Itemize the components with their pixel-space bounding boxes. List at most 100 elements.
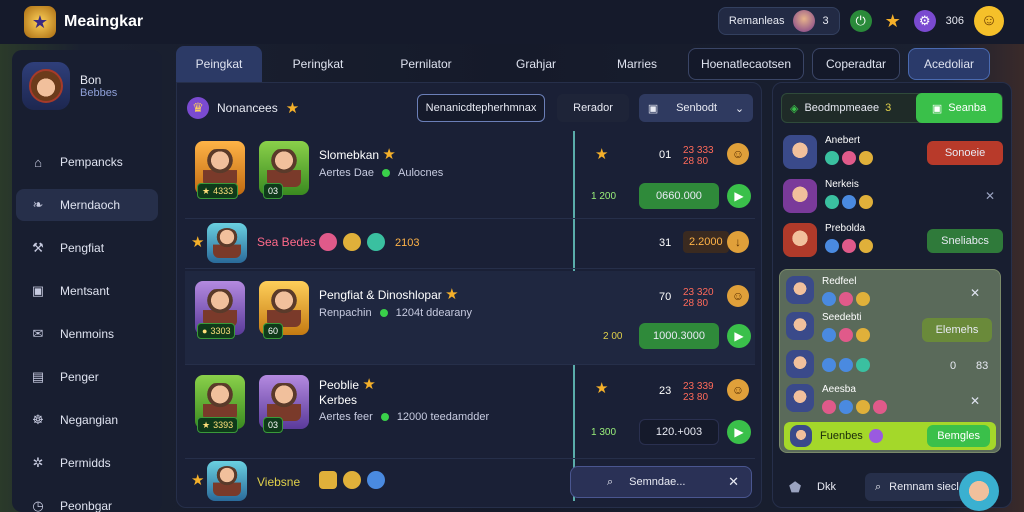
sidebar-item-3[interactable]: ▣ Mentsant	[16, 275, 158, 307]
tab-7[interactable]: Acedoliar	[908, 48, 990, 80]
footer-button[interactable]: Bemgles	[927, 425, 990, 447]
sidebar-item-label: Pempancks	[60, 155, 123, 169]
arrow-down-icon[interactable]: ↓	[727, 231, 749, 253]
square-icon: ▣	[31, 283, 45, 298]
sidebar-item-5[interactable]: ▤ Penger	[16, 361, 158, 393]
action-button[interactable]: Sonoeie	[927, 141, 1003, 165]
tab-3[interactable]: Grahjar	[486, 48, 586, 80]
badge-row	[825, 151, 873, 165]
clock-icon: ◷	[32, 498, 44, 512]
tab-5[interactable]: Hoenatlecaotsen	[688, 48, 804, 80]
panel-search-tab[interactable]: Nenanicdtepherhmnax	[417, 94, 545, 122]
action-button[interactable]: Elemehs	[922, 318, 992, 342]
green-value: 2 00	[603, 331, 623, 342]
chat-icon: ✉	[32, 326, 44, 341]
shield-icon[interactable]: ⬟	[789, 479, 801, 496]
tab-1[interactable]: Peringkat	[270, 48, 366, 80]
row-name-2: Kerbes	[319, 393, 358, 407]
rank-number: 70	[659, 291, 672, 303]
avatar	[786, 276, 814, 304]
search-button[interactable]: ▣ Seanba	[916, 93, 1002, 123]
list-item-name: Redfeel	[822, 276, 857, 287]
sidebar-item-1[interactable]: ❧ Merndaoch	[16, 189, 158, 221]
close-icon[interactable]: ✕	[970, 394, 980, 408]
list-item[interactable]: Prebolda Sneliabcs	[783, 223, 1003, 263]
row-name: Pengfiat & Dinoshlopar ★	[319, 286, 459, 303]
profile-pill[interactable]: Remanleas 3	[717, 7, 840, 35]
play-icon[interactable]: ▶	[727, 184, 751, 208]
top-bar: ★ Meaingkar Remanleas 3 ⏻ ★ ⚙ 306 ☺	[0, 0, 1024, 44]
sidebar-item-0[interactable]: ⌂ Pempancks	[16, 146, 158, 178]
row-subtitle: Aertes Dae Aulocnes	[319, 167, 444, 179]
panel-title-text: Nonancees	[217, 101, 278, 115]
gem-icon[interactable]: ⚙	[913, 10, 936, 32]
medal-icon[interactable]: ☺	[727, 285, 749, 307]
hero-portrait: ★ 4333	[195, 141, 245, 199]
sidebar-item-6[interactable]: ☸ Negangian	[16, 404, 158, 436]
list-item[interactable]: Nerkeis ✕	[783, 179, 1003, 219]
tab-2[interactable]: Pernilator	[374, 48, 478, 80]
gear-icon: ✲	[32, 455, 44, 470]
save-icon: ▣	[931, 102, 943, 115]
medal-icon[interactable]: ☺	[727, 143, 749, 165]
bottom-search[interactable]: ⌕ Semndae... ✕	[570, 466, 752, 498]
header-count: 3	[885, 102, 892, 114]
list-item[interactable]: Anebert Sonoeie	[783, 135, 1003, 175]
coin-count: 306	[945, 15, 964, 27]
panel-title: ♛ Nonancees ★	[187, 97, 299, 119]
footer-label: Fuenbes	[820, 430, 863, 442]
close-icon[interactable]: ✕	[728, 474, 739, 490]
stat-values: 23 333 28 80	[683, 145, 714, 167]
play-icon[interactable]: ▶	[727, 420, 751, 444]
emoji-icon[interactable]: ☺	[974, 6, 1004, 36]
medal-icon[interactable]: ☺	[727, 379, 749, 401]
sidebar-item-4[interactable]: ✉ Nenmoins	[16, 318, 158, 350]
table-row[interactable]: ★ Sea Bedes 2103 31 2.2000 ↓	[185, 219, 755, 269]
table-row[interactable]: ★ 3393 03 Peoblie ★ Kerbes Aertes feer 120…	[185, 367, 755, 459]
sidebar-item-label: Negangian	[60, 413, 119, 427]
badge-row	[825, 195, 873, 209]
tab-6[interactable]: Coperadtar	[812, 48, 900, 80]
score-bar: 1000.3000	[639, 323, 719, 349]
filter-button[interactable]: Rerador	[557, 94, 629, 122]
action-button[interactable]: Sneliabcs	[927, 229, 1003, 253]
users-icon: ☸	[32, 412, 44, 427]
hero-portrait: ● 3303	[195, 281, 245, 339]
energy-icon[interactable]: ⏻	[849, 10, 872, 32]
avatar	[783, 135, 817, 169]
badge-row	[822, 400, 887, 414]
sidebar-nav: ⌂ Pempancks ❧ Merndaoch ⚒ Pengfiat ▣ Mentsan…	[16, 146, 158, 512]
group-footer: Fuenbes Bemgles	[784, 422, 996, 450]
leaderboard-panel: ♛ Nonancees ★ Nenanicdtepherhmnax Rerado…	[176, 82, 762, 508]
list-item[interactable]: Redfeel ✕	[786, 276, 996, 310]
tab-4[interactable]: Marries	[594, 48, 680, 80]
sidebar: Bon Bebbes ⌂ Pempancks ❧ Merndaoch ⚒ Pengfi…	[12, 50, 162, 512]
sidebar-item-2[interactable]: ⚒ Pengfiat	[16, 232, 158, 264]
footer-label: Dkk	[817, 481, 836, 493]
sidebar-item-8[interactable]: ◷ Peonbgar	[16, 490, 158, 512]
close-icon[interactable]: ✕	[970, 286, 980, 300]
table-row[interactable]: ★ 4333 03 Slomebkan ★ Aertes Dae Aulocnes …	[185, 131, 755, 219]
play-icon[interactable]: ▶	[727, 324, 751, 348]
table-row[interactable]: ● 3303 60 Pengfiat & Dinoshlopar ★ Renpac…	[185, 271, 755, 365]
right-panel: ◈ Beodmpmeaee 3 ▣ Seanba Anebert Sonoeie …	[772, 82, 1012, 511]
badge-row	[825, 239, 873, 253]
level-badge: 60	[263, 323, 284, 339]
list-item[interactable]: Aeesba ✕	[786, 384, 996, 418]
sort-button[interactable]: ▣ Senbodt ⌄	[639, 94, 753, 122]
sidebar-item-7[interactable]: ✲ Permidds	[16, 447, 158, 479]
close-icon[interactable]: ✕	[985, 189, 995, 203]
chevron-icon: ⌄	[734, 102, 745, 115]
list-item[interactable]: Seedebti Elemehs	[786, 312, 996, 346]
profile-card[interactable]: Bon Bebbes	[22, 62, 117, 110]
row-subtitle: Renpachin 1204t ddearany	[319, 307, 473, 319]
sidebar-item-label: Merndaoch	[60, 198, 121, 212]
star-icon[interactable]: ★	[882, 10, 904, 32]
tab-0[interactable]: Peingkat	[176, 46, 262, 82]
bottom-search-label: Semndae...	[629, 476, 686, 488]
logo-badge-icon: ★	[24, 6, 56, 38]
star-icon: ★	[191, 234, 205, 251]
search-button-label: Seanba	[948, 102, 987, 114]
list-item[interactable]: 0 83	[786, 350, 996, 384]
helper-avatar[interactable]	[959, 471, 999, 511]
